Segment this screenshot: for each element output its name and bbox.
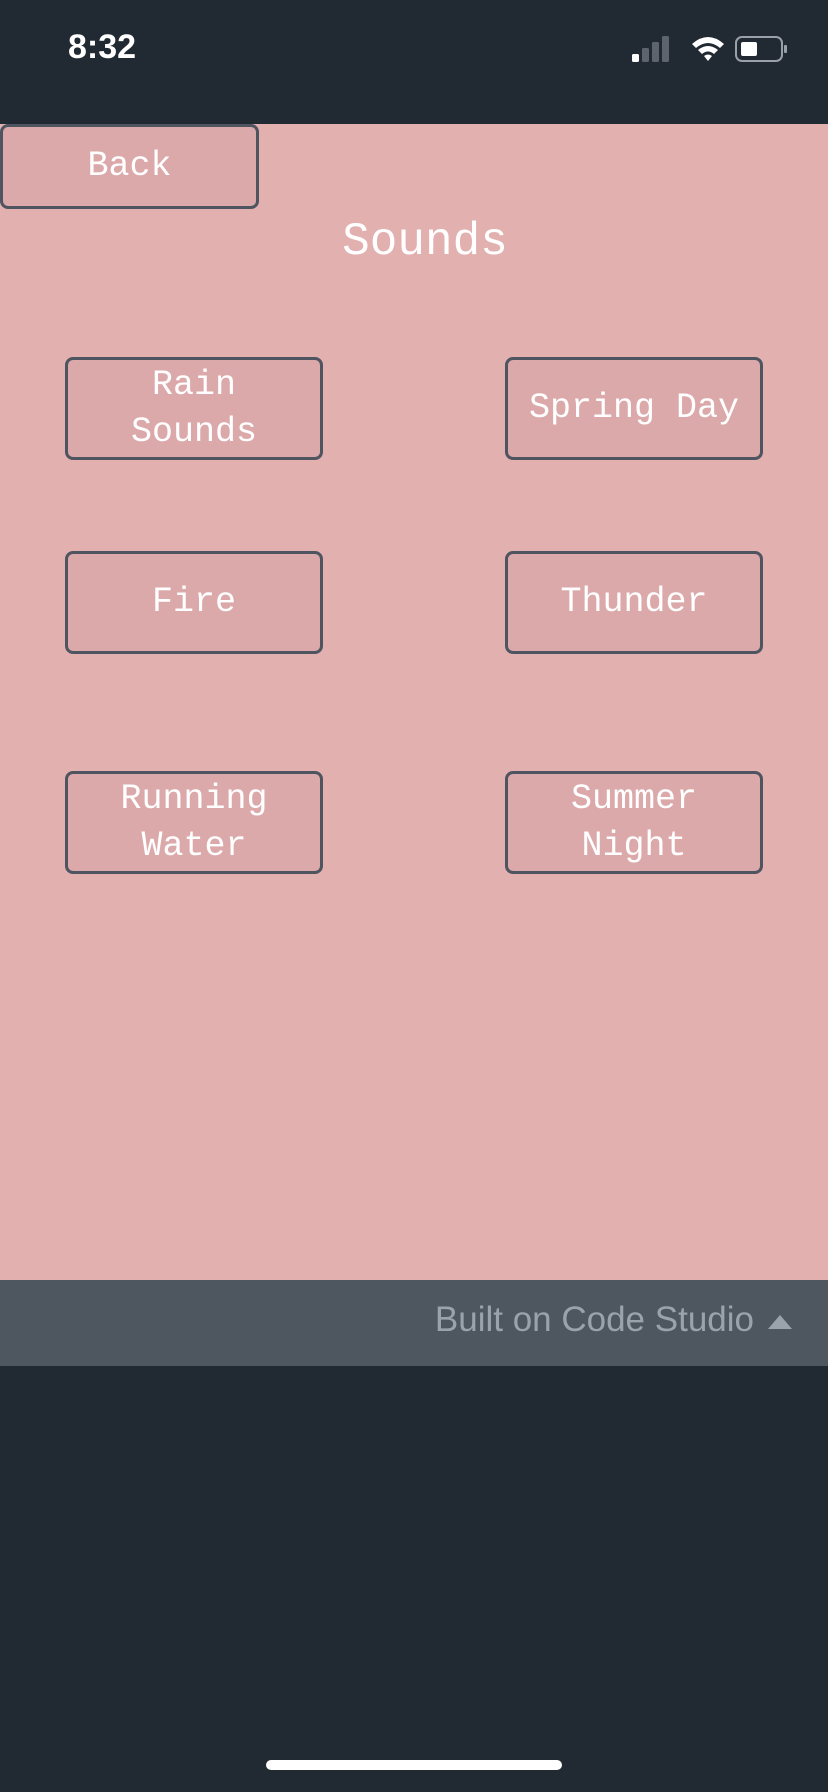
- status-bar: 8:32: [0, 0, 828, 124]
- back-button[interactable]: Back: [0, 124, 259, 209]
- footer-text[interactable]: Built on Code Studio: [435, 1300, 754, 1340]
- summer-night-button[interactable]: Summer Night: [505, 771, 763, 874]
- thunder-button[interactable]: Thunder: [505, 551, 763, 654]
- status-icons: [632, 36, 787, 62]
- spring-day-button[interactable]: Spring Day: [505, 357, 763, 460]
- wifi-icon: [692, 37, 724, 61]
- footer-bar[interactable]: Built on Code Studio: [0, 1280, 828, 1366]
- fire-button[interactable]: Fire: [65, 551, 323, 654]
- page-title: Sounds: [342, 216, 508, 268]
- running-water-button[interactable]: Running Water: [65, 771, 323, 874]
- caret-up-icon[interactable]: [768, 1315, 792, 1329]
- rain-sounds-button[interactable]: Rain Sounds: [65, 357, 323, 460]
- battery-icon: [735, 36, 787, 62]
- app-screen: Back Sounds Rain Sounds Spring Day Fire …: [0, 124, 828, 1280]
- status-time: 8:32: [68, 28, 137, 66]
- home-indicator[interactable]: [266, 1760, 562, 1770]
- cellular-signal-icon: [632, 36, 669, 62]
